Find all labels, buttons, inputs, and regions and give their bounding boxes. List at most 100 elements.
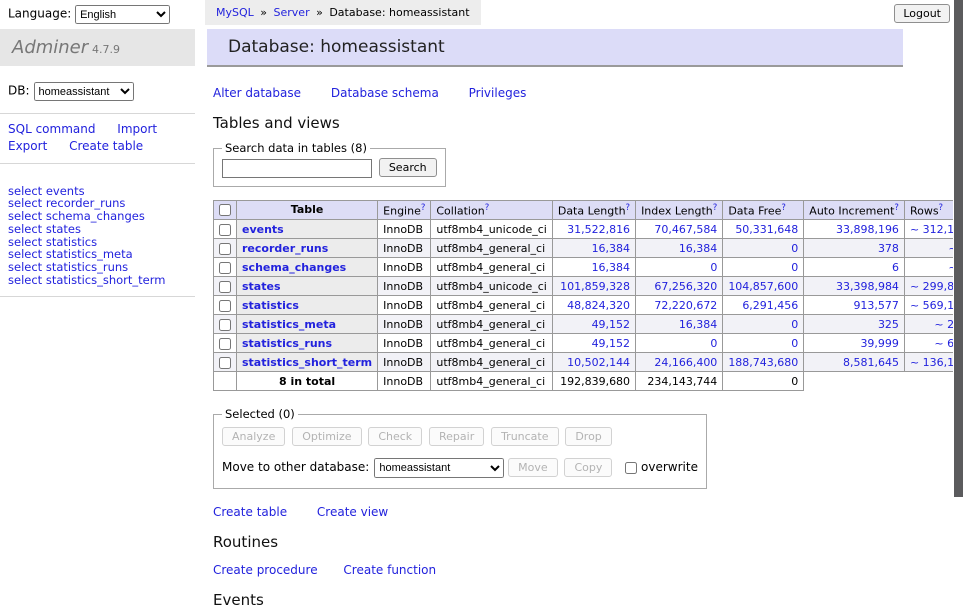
table-name-link[interactable]: events bbox=[242, 223, 284, 236]
rows-help-link[interactable]: ? bbox=[939, 203, 944, 213]
sidebar-item-select-states[interactable]: select states bbox=[8, 223, 187, 236]
move-button[interactable]: Move bbox=[508, 458, 558, 477]
index-length-value[interactable]: 0 bbox=[636, 258, 723, 277]
search-fieldset: Search data in tables (8) Search bbox=[213, 141, 446, 187]
data-length-value[interactable]: 16,384 bbox=[552, 258, 635, 277]
data-length-value[interactable]: 49,152 bbox=[552, 315, 635, 334]
alter-database-link[interactable]: Alter database bbox=[213, 86, 301, 100]
table-name-link[interactable]: statistics_meta bbox=[242, 318, 336, 331]
repair-button[interactable]: Repair bbox=[429, 427, 484, 446]
drop-button[interactable]: Drop bbox=[565, 427, 611, 446]
auto-increment-value[interactable]: 39,999 bbox=[804, 334, 905, 353]
app-name[interactable]: Adminer bbox=[12, 37, 88, 58]
table-header-row: Table Engine? Collation? Data Length? In… bbox=[214, 200, 966, 220]
data-free-value[interactable]: 188,743,680 bbox=[723, 353, 804, 372]
index-length-value[interactable]: 0 bbox=[636, 334, 723, 353]
engine-help-link[interactable]: ? bbox=[421, 203, 426, 213]
table-name-link[interactable]: states bbox=[242, 280, 281, 293]
engine-cell: InnoDB bbox=[378, 315, 431, 334]
data-length-help-link[interactable]: ? bbox=[626, 203, 631, 213]
index-length-value[interactable]: 70,467,584 bbox=[636, 220, 723, 239]
auto-increment-value[interactable]: 33,898,196 bbox=[804, 220, 905, 239]
data-free-value[interactable]: 6,291,456 bbox=[723, 296, 804, 315]
db-select[interactable]: homeassistant bbox=[34, 82, 134, 101]
engine-cell: InnoDB bbox=[378, 239, 431, 258]
index-length-value[interactable]: 16,384 bbox=[636, 239, 723, 258]
truncate-button[interactable]: Truncate bbox=[491, 427, 558, 446]
collation-cell: utf8mb4_unicode_ci bbox=[431, 277, 552, 296]
app-version: 4.7.9 bbox=[92, 43, 120, 56]
data-free-value[interactable]: 0 bbox=[723, 334, 804, 353]
index-length-value[interactable]: 72,220,672 bbox=[636, 296, 723, 315]
data-free-value[interactable]: 0 bbox=[723, 239, 804, 258]
row-checkbox[interactable] bbox=[219, 243, 231, 255]
auto-increment-value[interactable]: 378 bbox=[804, 239, 905, 258]
sidebar-link-export[interactable]: Export bbox=[8, 139, 47, 153]
database-schema-link[interactable]: Database schema bbox=[331, 86, 439, 100]
create-table-link[interactable]: Create table bbox=[213, 505, 287, 519]
data-free-value[interactable]: 0 bbox=[723, 315, 804, 334]
row-checkbox[interactable] bbox=[219, 224, 231, 236]
optimize-button[interactable]: Optimize bbox=[292, 427, 361, 446]
sidebar-item-select-schema-changes[interactable]: select schema_changes bbox=[8, 210, 187, 223]
auto-increment-value[interactable]: 33,398,984 bbox=[804, 277, 905, 296]
index-length-help-link[interactable]: ? bbox=[713, 203, 718, 213]
auto-increment-help-link[interactable]: ? bbox=[894, 203, 899, 213]
move-database-select[interactable]: homeassistant bbox=[374, 458, 504, 478]
data-length-value[interactable]: 16,384 bbox=[552, 239, 635, 258]
logout-button[interactable]: Logout bbox=[894, 4, 950, 23]
language-row: Language: English bbox=[8, 5, 170, 24]
create-function-link[interactable]: Create function bbox=[343, 563, 436, 577]
privileges-link[interactable]: Privileges bbox=[469, 86, 527, 100]
sidebar-link-create-table[interactable]: Create table bbox=[69, 139, 143, 153]
data-free-value[interactable]: 50,331,648 bbox=[723, 220, 804, 239]
auto-increment-value[interactable]: 325 bbox=[804, 315, 905, 334]
language-select[interactable]: English bbox=[75, 5, 170, 24]
row-checkbox[interactable] bbox=[219, 300, 231, 312]
auto-increment-value[interactable]: 8,581,645 bbox=[804, 353, 905, 372]
sidebar-link-import[interactable]: Import bbox=[117, 122, 157, 136]
auto-increment-value[interactable]: 6 bbox=[804, 258, 905, 277]
select-all-checkbox[interactable] bbox=[219, 204, 231, 216]
index-length-value[interactable]: 24,166,400 bbox=[636, 353, 723, 372]
index-length-value[interactable]: 16,384 bbox=[636, 315, 723, 334]
auto-increment-value[interactable]: 913,577 bbox=[804, 296, 905, 315]
data-length-value[interactable]: 49,152 bbox=[552, 334, 635, 353]
table-name-link[interactable]: statistics_runs bbox=[242, 337, 332, 350]
analyze-button[interactable]: Analyze bbox=[222, 427, 285, 446]
data-length-value[interactable]: 48,824,320 bbox=[552, 296, 635, 315]
table-name-link[interactable]: statistics_short_term bbox=[242, 356, 372, 369]
overwrite-checkbox[interactable] bbox=[625, 462, 637, 474]
index-length-value[interactable]: 67,256,320 bbox=[636, 277, 723, 296]
data-length-value[interactable]: 31,522,816 bbox=[552, 220, 635, 239]
scrollbar-thumb[interactable] bbox=[954, 0, 963, 497]
row-checkbox[interactable] bbox=[219, 319, 231, 331]
row-checkbox[interactable] bbox=[219, 357, 231, 369]
column-header-table: Table bbox=[237, 200, 378, 220]
table-name-link[interactable]: recorder_runs bbox=[242, 242, 328, 255]
copy-button[interactable]: Copy bbox=[564, 458, 612, 477]
data-length-value[interactable]: 10,502,144 bbox=[552, 353, 635, 372]
breadcrumb-mysql-link[interactable]: MySQL bbox=[216, 6, 254, 19]
data-free-value[interactable]: 0 bbox=[723, 258, 804, 277]
breadcrumb-server-link[interactable]: Server bbox=[274, 6, 310, 19]
data-free-help-link[interactable]: ? bbox=[781, 203, 786, 213]
collation-help-link[interactable]: ? bbox=[485, 203, 490, 213]
row-checkbox[interactable] bbox=[219, 262, 231, 274]
check-button[interactable]: Check bbox=[368, 427, 422, 446]
tables-and-views-title: Tables and views bbox=[213, 114, 933, 132]
table-name-link[interactable]: schema_changes bbox=[242, 261, 346, 274]
sidebar-item-select-statistics-short-term[interactable]: select statistics_short_term bbox=[8, 274, 187, 287]
search-input[interactable] bbox=[222, 159, 372, 178]
search-button[interactable]: Search bbox=[379, 158, 437, 177]
sidebar-link-sql-command[interactable]: SQL command bbox=[8, 122, 95, 136]
table-name-link[interactable]: statistics bbox=[242, 299, 299, 312]
create-procedure-link[interactable]: Create procedure bbox=[213, 563, 318, 577]
data-free-value[interactable]: 104,857,600 bbox=[723, 277, 804, 296]
data-length-value[interactable]: 101,859,328 bbox=[552, 277, 635, 296]
create-view-link[interactable]: Create view bbox=[317, 505, 388, 519]
breadcrumb-current: Database: homeassistant bbox=[329, 6, 469, 19]
row-checkbox[interactable] bbox=[219, 338, 231, 350]
row-checkbox[interactable] bbox=[219, 281, 231, 293]
sidebar-item-select-statistics-runs[interactable]: select statistics_runs bbox=[8, 261, 187, 274]
